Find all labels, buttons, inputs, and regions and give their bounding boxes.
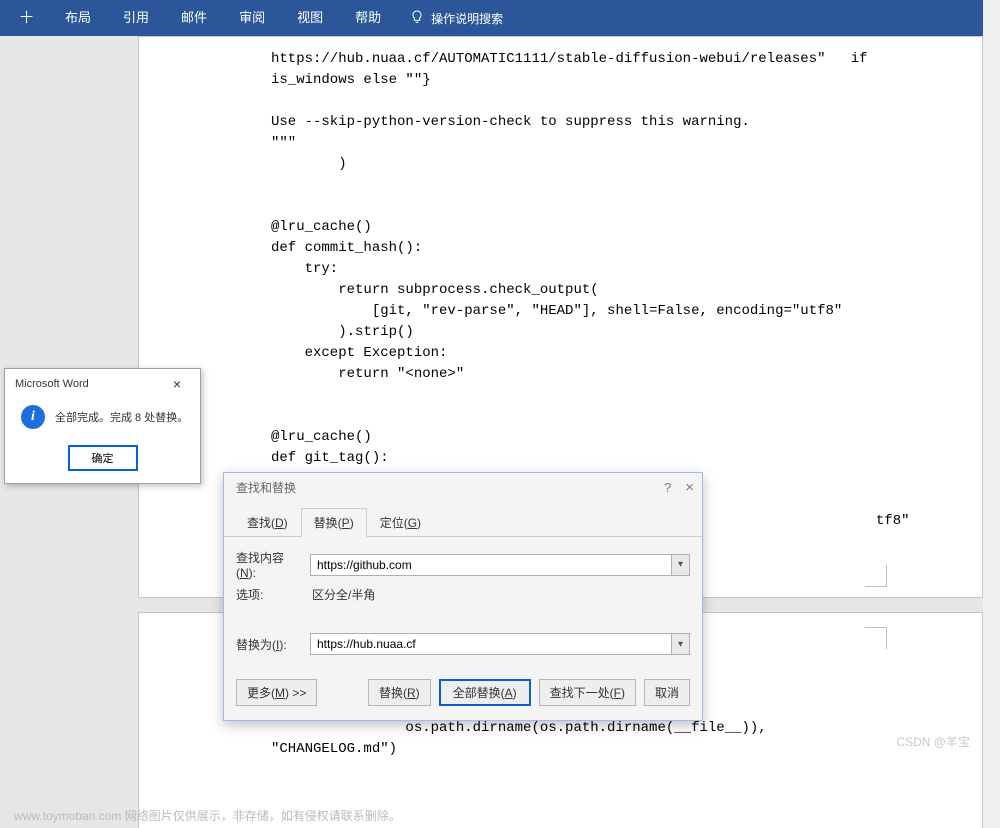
tab-replace[interactable]: 替换(P) [301, 508, 367, 537]
more-button[interactable]: 更多(M) >> [236, 679, 317, 706]
ribbon-scrollbar[interactable] [983, 0, 1000, 36]
find-what-combo[interactable]: ▾ [310, 554, 690, 576]
find-what-input[interactable] [311, 555, 671, 575]
find-replace-footer: 更多(M) >> 替换(R) 全部替换(A) 查找下一处(F) 取消 [224, 669, 702, 720]
page-corner-mark [865, 627, 887, 649]
ribbon-tab-help[interactable]: 帮助 [341, 0, 395, 36]
code-text-page-1[interactable]: https://hub.nuaa.cf/AUTOMATIC1111/stable… [139, 37, 982, 544]
ribbon-tab-design[interactable]: 十 [6, 0, 47, 36]
replace-all-button[interactable]: 全部替换(A) [439, 679, 531, 706]
watermark-csdn: CSDN @羊宝 [896, 733, 970, 750]
message-box-titlebar: Microsoft Word × [5, 369, 200, 399]
tab-find[interactable]: 查找(D) [234, 508, 301, 537]
message-box-body: i 全部完成。完成 8 处替换。 [5, 399, 200, 439]
options-value: 区分全/半角 [310, 586, 375, 603]
find-replace-body: 查找内容(N): ▾ 选项: 区分全/半角 替换为(I): ▾ [224, 537, 702, 669]
close-icon[interactable]: × [162, 374, 192, 394]
find-what-label: 查找内容(N): [236, 549, 302, 580]
find-replace-dialog: 查找和替换 ? × 查找(D) 替换(P) 定位(G) 查找内容(N): ▾ 选… [223, 472, 703, 721]
message-box-footer: 确定 [5, 439, 200, 483]
replace-with-label: 替换为(I): [236, 636, 302, 653]
message-box-text: 全部完成。完成 8 处替换。 [55, 409, 188, 425]
message-box: Microsoft Word × i 全部完成。完成 8 处替换。 确定 [4, 368, 201, 484]
replace-with-input[interactable] [311, 634, 671, 654]
cancel-button[interactable]: 取消 [644, 679, 690, 706]
message-box-title: Microsoft Word [15, 378, 89, 390]
tell-me-label: 操作说明搜索 [431, 10, 503, 27]
replace-with-combo[interactable]: ▾ [310, 633, 690, 655]
ribbon-tab-references[interactable]: 引用 [109, 0, 163, 36]
ok-button[interactable]: 确定 [68, 445, 138, 471]
ribbon-tab-layout[interactable]: 布局 [51, 0, 105, 36]
find-replace-title: 查找和替换 [236, 479, 296, 496]
chevron-down-icon[interactable]: ▾ [671, 634, 689, 654]
lightbulb-icon [409, 9, 425, 28]
find-replace-titlebar: 查找和替换 ? × [224, 473, 702, 502]
watermark-footer: www.toymoban.com 网络图片仅供展示，非存储，如有侵权请联系删除。 [14, 807, 401, 824]
find-next-button[interactable]: 查找下一处(F) [539, 679, 636, 706]
tab-goto[interactable]: 定位(G) [367, 508, 434, 537]
info-icon: i [21, 405, 45, 429]
ribbon-tab-review[interactable]: 审阅 [225, 0, 279, 36]
page-corner-mark [865, 565, 887, 587]
replace-button[interactable]: 替换(R) [368, 679, 431, 706]
close-icon[interactable]: × [685, 479, 694, 496]
vertical-scrollbar[interactable] [983, 36, 1000, 828]
tell-me-search[interactable]: 操作说明搜索 [399, 9, 513, 28]
options-label: 选项: [236, 586, 302, 603]
ribbon-tab-mailings[interactable]: 邮件 [167, 0, 221, 36]
ribbon: 十 布局 引用 邮件 审阅 视图 帮助 操作说明搜索 [0, 0, 1000, 36]
help-icon[interactable]: ? [664, 480, 671, 495]
find-replace-tabs: 查找(D) 替换(P) 定位(G) [224, 502, 702, 537]
ribbon-tab-view[interactable]: 视图 [283, 0, 337, 36]
chevron-down-icon[interactable]: ▾ [671, 555, 689, 575]
